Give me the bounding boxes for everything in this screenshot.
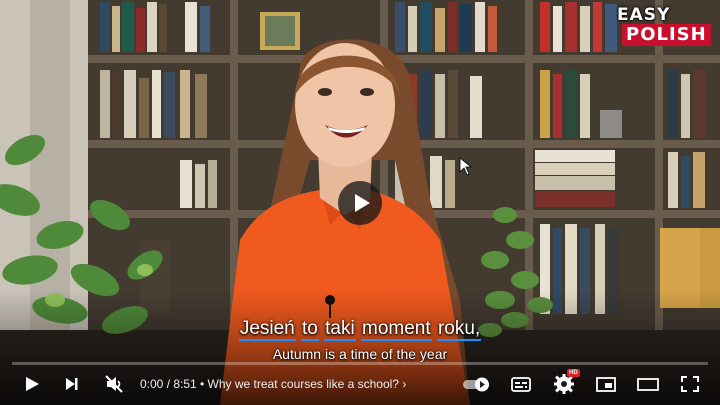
subtitles-button[interactable] bbox=[507, 371, 535, 397]
fullscreen-icon bbox=[681, 376, 699, 392]
caption-word[interactable]: taki bbox=[324, 318, 356, 341]
miniplayer-icon bbox=[596, 377, 616, 392]
center-play-button[interactable] bbox=[338, 181, 382, 225]
time-display: 0:00 / 8:51 bbox=[140, 377, 197, 391]
channel-logo: EASY POLISH bbox=[612, 4, 718, 48]
chapter-separator: • bbox=[200, 377, 205, 391]
chapter-title: Why we treat courses like a school? bbox=[207, 377, 399, 391]
miniplayer-button[interactable] bbox=[592, 371, 620, 397]
caption-word[interactable]: to bbox=[301, 318, 319, 341]
caption-english: Autumn is a time of the year bbox=[272, 346, 448, 362]
fullscreen-button[interactable] bbox=[676, 371, 704, 397]
hd-badge: HD bbox=[567, 369, 580, 377]
next-button[interactable] bbox=[58, 371, 86, 397]
play-icon bbox=[26, 377, 39, 391]
caption-word[interactable]: moment bbox=[361, 318, 432, 341]
subtitles-icon bbox=[511, 377, 531, 392]
play-button[interactable] bbox=[18, 371, 46, 397]
chapter-link[interactable]: • Why we treat courses like a school? › bbox=[200, 377, 406, 391]
caption-polish: Jesień to taki moment roku, bbox=[0, 318, 720, 341]
caption-word[interactable]: Jesień bbox=[238, 318, 296, 341]
autoplay-toggle[interactable] bbox=[460, 371, 494, 397]
caption-word[interactable]: roku, bbox=[436, 318, 482, 341]
mute-button[interactable] bbox=[100, 371, 128, 397]
logo-text-polish: POLISH bbox=[622, 24, 711, 46]
theater-icon bbox=[637, 378, 659, 391]
progress-bar[interactable] bbox=[12, 362, 708, 365]
control-bar: 0:00 / 8:51 • Why we treat courses like … bbox=[0, 368, 720, 400]
chevron-right-icon: › bbox=[402, 377, 407, 391]
autoplay-toggle-icon bbox=[463, 377, 489, 392]
mute-icon bbox=[105, 375, 123, 393]
video-player[interactable]: EASY POLISH Jesień to taki moment roku, … bbox=[0, 0, 720, 405]
theater-button[interactable] bbox=[634, 371, 662, 397]
play-icon bbox=[355, 194, 370, 212]
logo-text-easy: EASY bbox=[617, 5, 671, 25]
next-icon bbox=[66, 378, 78, 390]
